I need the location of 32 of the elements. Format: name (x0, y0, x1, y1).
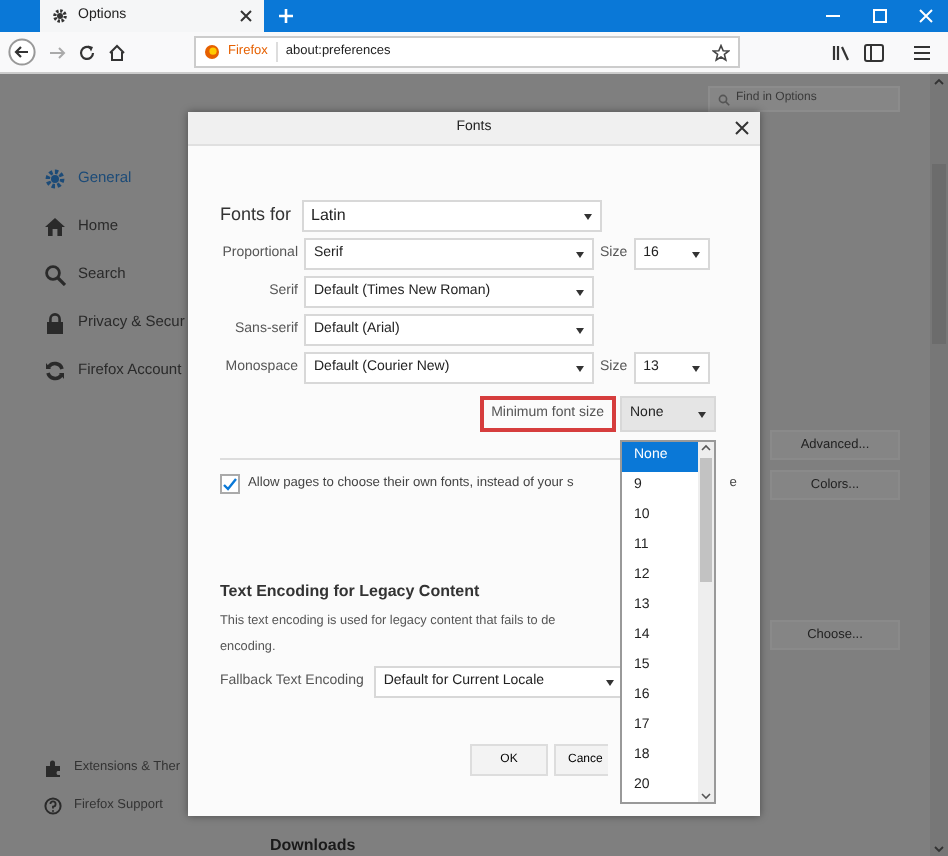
help-icon (44, 795, 62, 815)
scroll-up-icon[interactable] (932, 74, 946, 88)
scroll-up-icon[interactable] (700, 442, 712, 454)
scrollbar[interactable] (698, 442, 714, 802)
back-icon[interactable] (8, 38, 36, 66)
home-icon[interactable] (108, 43, 126, 61)
sidebar-icon[interactable] (864, 43, 884, 61)
check-icon (222, 476, 238, 492)
lock-icon (44, 311, 66, 333)
reload-icon[interactable] (78, 43, 96, 61)
browser-logo-icon (204, 44, 220, 60)
scrollbar[interactable] (930, 74, 948, 856)
menu-icon[interactable] (912, 43, 932, 61)
gear-icon (44, 167, 66, 189)
scroll-down-icon[interactable] (700, 790, 712, 802)
section-heading: Text Encoding for Legacy Content (220, 580, 480, 604)
section-heading: Downloads (270, 836, 356, 856)
puzzle-icon (44, 757, 62, 777)
sync-icon (44, 359, 66, 381)
language-select[interactable]: Latin (301, 200, 602, 232)
field-label: Fonts for (220, 202, 292, 229)
close-icon[interactable] (240, 10, 252, 22)
star-icon[interactable] (712, 43, 730, 61)
close-icon[interactable] (734, 120, 750, 136)
library-icon[interactable] (832, 43, 852, 61)
scroll-thumb[interactable] (700, 458, 712, 582)
search-icon (718, 93, 730, 105)
search-icon (44, 263, 66, 285)
home-icon (44, 215, 66, 237)
gear-icon (52, 8, 68, 24)
checkbox[interactable] (220, 474, 240, 494)
scroll-down-icon[interactable] (932, 842, 946, 856)
